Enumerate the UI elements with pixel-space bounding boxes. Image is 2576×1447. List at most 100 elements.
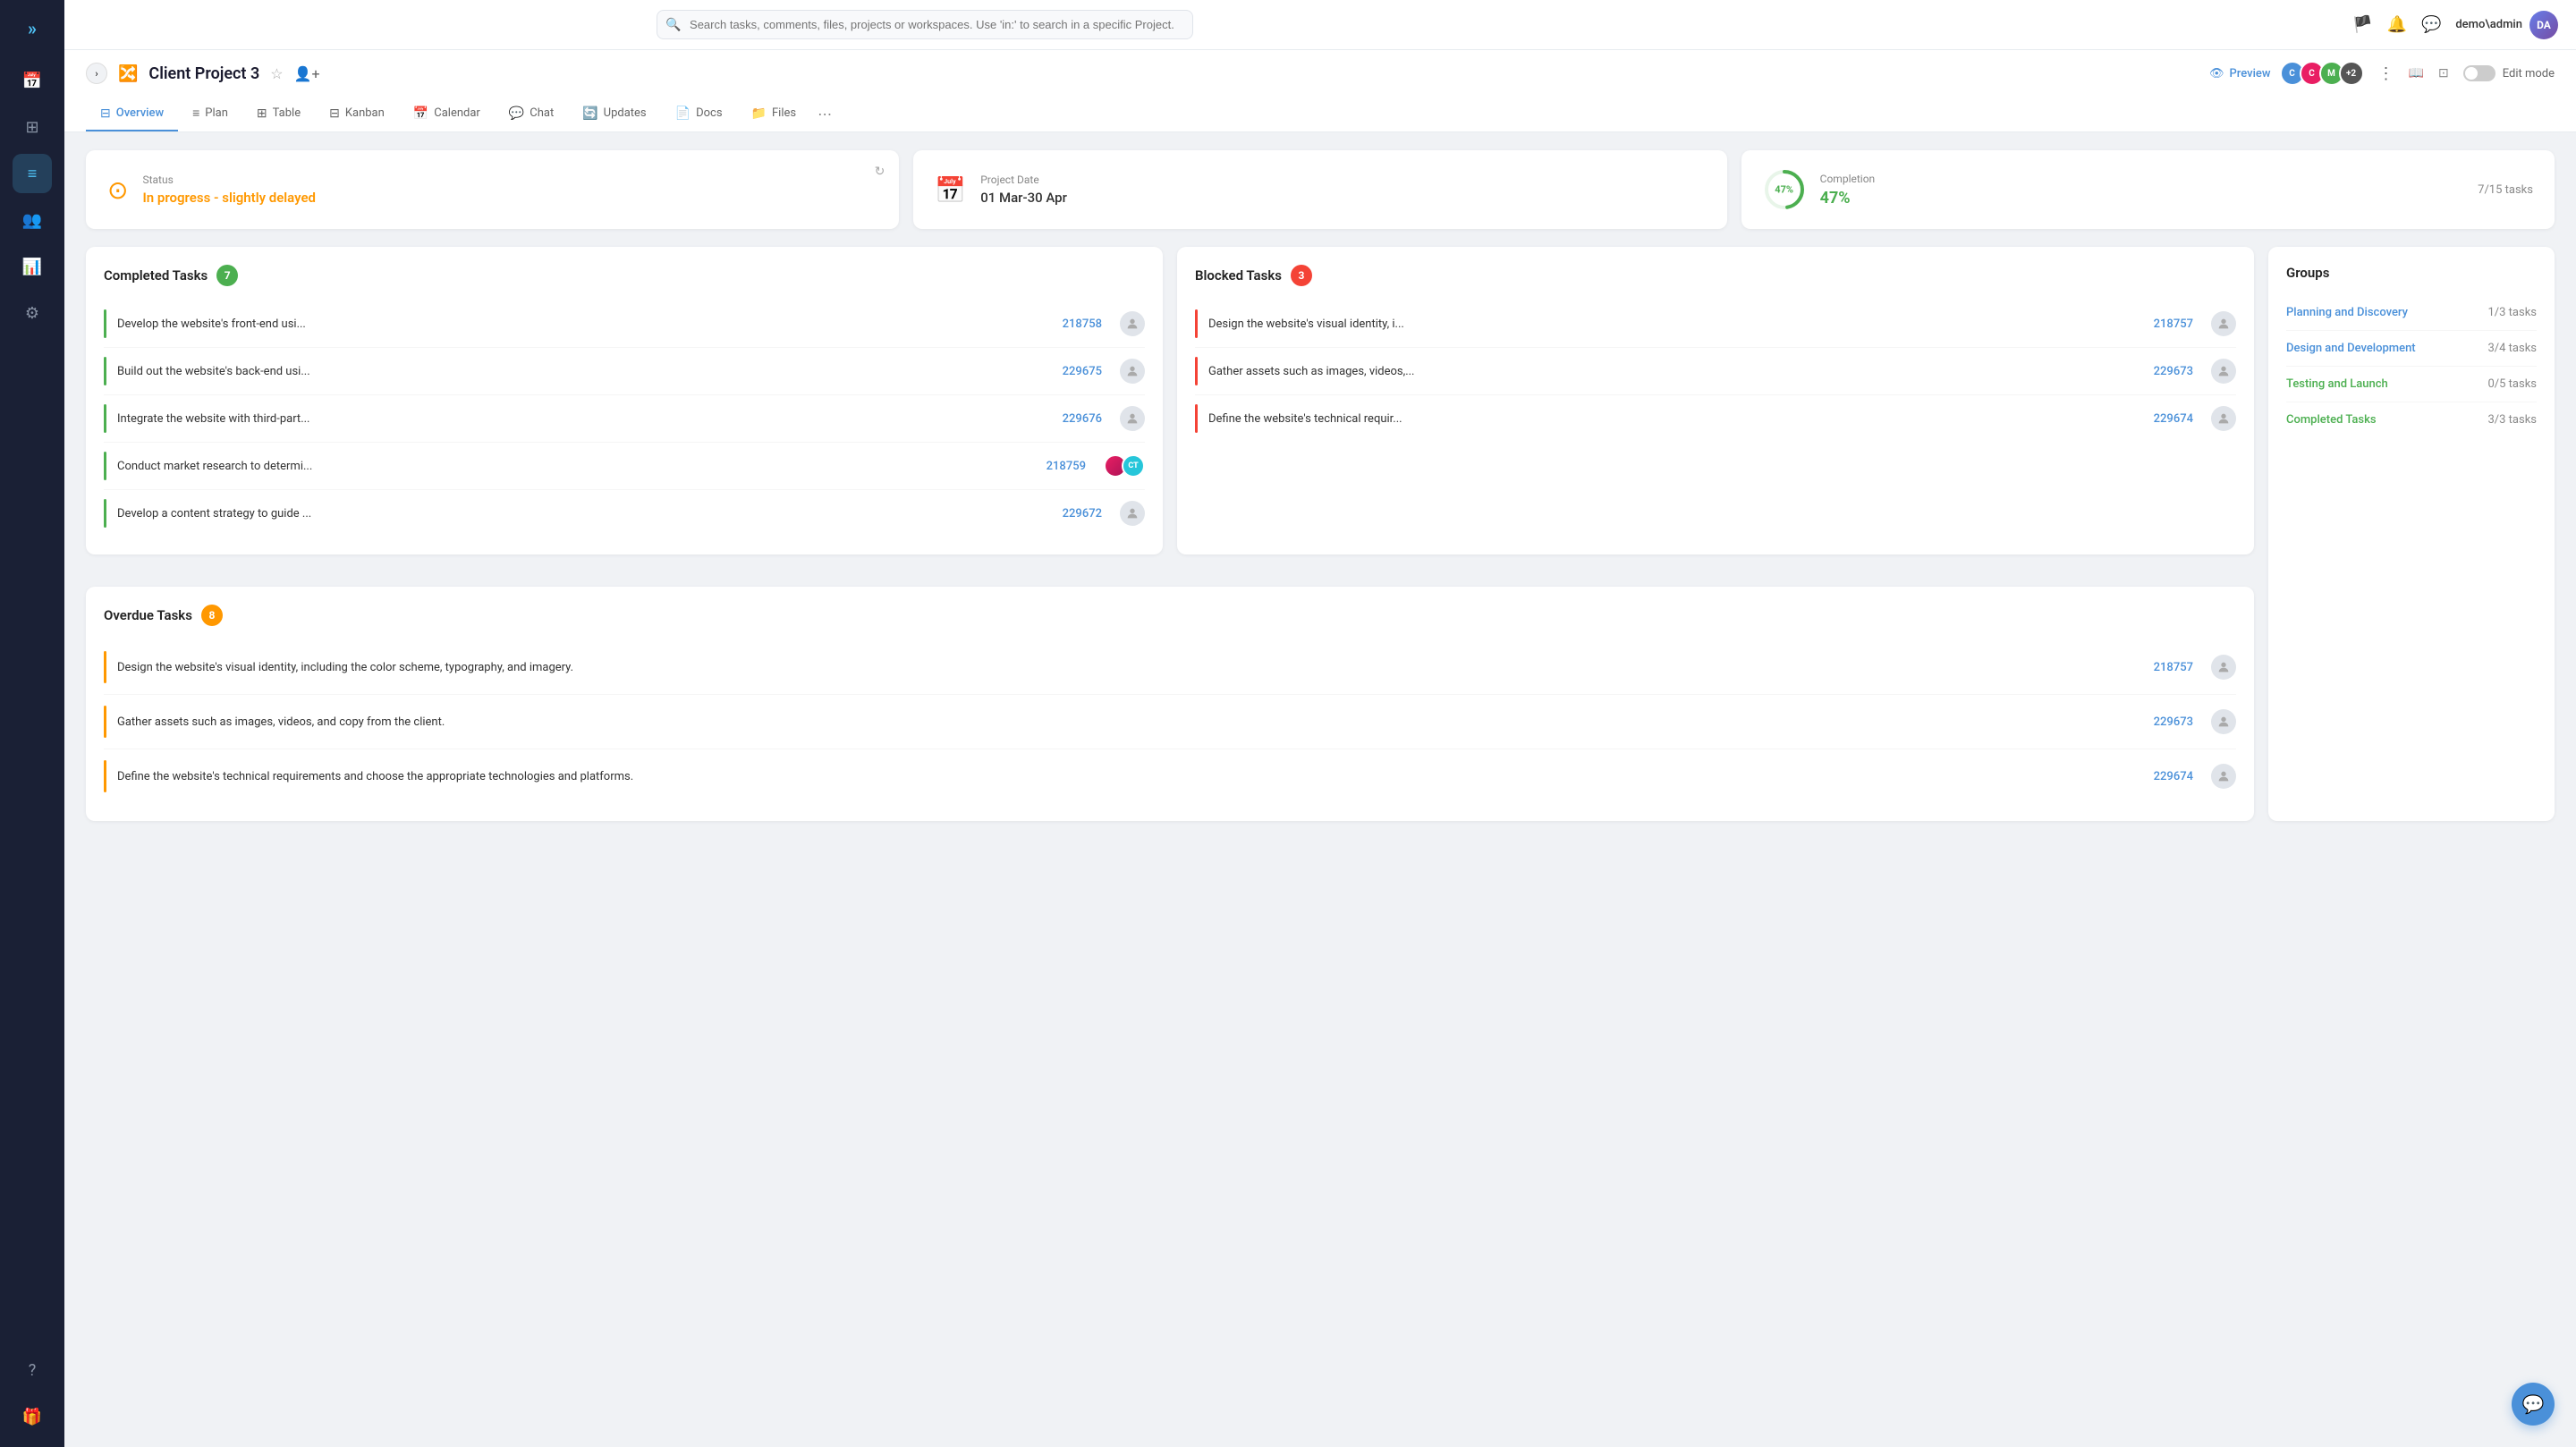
task-id[interactable]: 229676 (1063, 412, 1102, 426)
completion-ring: 47% (1763, 168, 1806, 211)
task-status-bar (104, 357, 106, 385)
task-id[interactable]: 229675 (1063, 365, 1102, 378)
group-task-count: 0/5 tasks (2487, 377, 2537, 391)
flag-icon[interactable]: 🏴 (2352, 15, 2372, 34)
task-status-bar (104, 452, 106, 480)
user-avatar: DA (2529, 11, 2558, 39)
date-card-content: Project Date 01 Mar-30 Apr (980, 173, 1705, 206)
tab-calendar-label: Calendar (434, 106, 480, 120)
search-input[interactable] (657, 10, 1193, 39)
layout-icon[interactable]: ⊡ (2438, 66, 2449, 80)
table-row[interactable]: Integrate the website with third-part...… (104, 395, 1145, 443)
task-status-bar (1195, 309, 1198, 338)
tab-chat[interactable]: 💬 Chat (495, 97, 568, 131)
sidebar-item-settings[interactable]: ⚙ (13, 293, 52, 333)
task-id[interactable]: 229672 (1063, 507, 1102, 520)
more-tabs-icon[interactable]: ⋯ (810, 97, 839, 131)
sidebar-item-calendar[interactable]: 📅 (13, 61, 52, 100)
book-icon[interactable]: 📖 (2409, 66, 2424, 80)
sidebar-item-grid[interactable]: ⊞ (13, 107, 52, 147)
eye-icon: 👁 (2209, 67, 2224, 80)
sidebar-item-gift[interactable]: 🎁 (13, 1397, 52, 1436)
tab-plan[interactable]: ≡ Plan (178, 97, 242, 131)
completion-card-label: Completion (1820, 173, 2463, 185)
task-id[interactable]: 218758 (1063, 317, 1102, 331)
topbar-right: 🏴 🔔 💬 demo\admin DA (2352, 11, 2558, 39)
tab-kanban[interactable]: ⊟ Kanban (315, 97, 399, 131)
table-row[interactable]: Conduct market research to determi... 21… (104, 443, 1145, 490)
task-status-bar (104, 499, 106, 528)
main-area: 🔍 🏴 🔔 💬 demo\admin DA › 🔀 Client Project… (64, 0, 2576, 1447)
table-row[interactable]: Gather assets such as images, videos, an… (104, 695, 2236, 749)
group-task-count: 1/3 tasks (2487, 306, 2537, 319)
tab-files[interactable]: 📁 Files (737, 97, 811, 131)
sidebar-item-list[interactable]: ≡ (13, 154, 52, 193)
overdue-task-id[interactable]: 229673 (2154, 715, 2193, 729)
table-row[interactable]: Develop a content strategy to guide ... … (104, 490, 1145, 537)
overview-icon: ⊟ (100, 106, 111, 121)
star-icon[interactable]: ☆ (270, 65, 283, 82)
more-options-icon[interactable]: ⋮ (2378, 64, 2394, 83)
list-item[interactable]: Testing and Launch 0/5 tasks (2286, 367, 2537, 402)
refresh-icon[interactable]: ↻ (875, 165, 886, 179)
task-id[interactable]: 229674 (2154, 412, 2193, 426)
completion-task-count: 7/15 tasks (2478, 183, 2533, 197)
task-id[interactable]: 218757 (2154, 317, 2193, 331)
tab-updates[interactable]: 🔄 Updates (568, 97, 660, 131)
list-item[interactable]: Planning and Discovery 1/3 tasks (2286, 295, 2537, 331)
sidebar-logo[interactable]: » (21, 11, 44, 47)
sidebar-item-chart[interactable]: 📊 (13, 247, 52, 286)
bell-icon[interactable]: 🔔 (2387, 15, 2407, 34)
tab-calendar[interactable]: 📅 Calendar (399, 97, 495, 131)
table-row[interactable]: Define the website's technical requireme… (104, 749, 2236, 803)
updates-icon: 🔄 (582, 106, 597, 121)
task-name: Integrate the website with third-part... (117, 412, 1052, 426)
completion-card-value: 47% (1820, 189, 2463, 207)
tab-docs[interactable]: 📄 Docs (661, 97, 737, 131)
overdue-task-id[interactable]: 229674 (2154, 770, 2193, 783)
status-card-label: Status (142, 173, 877, 186)
sidebar-item-help[interactable]: ? (13, 1350, 52, 1390)
chat-icon[interactable]: 💬 (2421, 15, 2441, 34)
completion-card-right: 7/15 tasks (2478, 183, 2533, 197)
sidebar-item-users[interactable]: 👥 (13, 200, 52, 240)
overdue-task-id[interactable]: 218757 (2154, 661, 2193, 674)
collapse-sidebar-button[interactable]: › (86, 63, 107, 84)
table-row[interactable]: Define the website's technical requir...… (1195, 395, 2236, 442)
table-row[interactable]: Gather assets such as images, videos,...… (1195, 348, 2236, 395)
completed-tasks-header: Completed Tasks 7 (104, 265, 1145, 286)
list-item[interactable]: Design and Development 3/4 tasks (2286, 331, 2537, 367)
task-id[interactable]: 218759 (1046, 460, 1086, 473)
task-name: Define the website's technical requir... (1208, 412, 2143, 426)
table-row[interactable]: Design the website's visual identity, i.… (1195, 300, 2236, 348)
main-grid: Completed Tasks 7 Develop the website's … (86, 247, 2555, 821)
task-avatar (2211, 359, 2236, 384)
chat-bubble-button[interactable]: 💬 (2512, 1383, 2555, 1426)
edit-mode-toggle[interactable] (2463, 65, 2496, 81)
task-name: Develop the website's front-end usi... (117, 317, 1052, 331)
table-row[interactable]: Build out the website's back-end usi... … (104, 348, 1145, 395)
tab-overview[interactable]: ⊟ Overview (86, 97, 178, 131)
task-status-bar (104, 404, 106, 433)
share-icon[interactable]: 👤+ (294, 65, 320, 82)
preview-button[interactable]: 👁 Preview (2209, 67, 2271, 80)
task-name: Develop a content strategy to guide ... (117, 507, 1052, 520)
docs-icon: 📄 (675, 106, 691, 121)
table-row[interactable]: Develop the website's front-end usi... 2… (104, 300, 1145, 348)
tab-table[interactable]: ⊞ Table (242, 97, 315, 131)
task-name: Conduct market research to determi... (117, 460, 1036, 473)
completed-tasks-section: Completed Tasks 7 Develop the website's … (86, 247, 1163, 554)
task-id[interactable]: 229673 (2154, 365, 2193, 378)
task-name: Design the website's visual identity, i.… (1208, 317, 2143, 331)
status-icon: ⊙ (107, 175, 128, 205)
tasks-grid: Completed Tasks 7 Develop the website's … (86, 247, 2254, 554)
table-row[interactable]: Design the website's visual identity, in… (104, 640, 2236, 695)
task-status-bar (1195, 404, 1198, 433)
completed-task-list: Develop the website's front-end usi... 2… (104, 300, 1145, 537)
task-avatar (2211, 709, 2236, 734)
status-card-content: Status In progress - slightly delayed (142, 173, 877, 206)
avatar-more[interactable]: +2 (2339, 61, 2364, 86)
user-info[interactable]: demo\admin DA (2455, 11, 2558, 39)
list-item[interactable]: Completed Tasks 3/3 tasks (2286, 402, 2537, 437)
overdue-tasks-title: Overdue Tasks (104, 607, 192, 623)
